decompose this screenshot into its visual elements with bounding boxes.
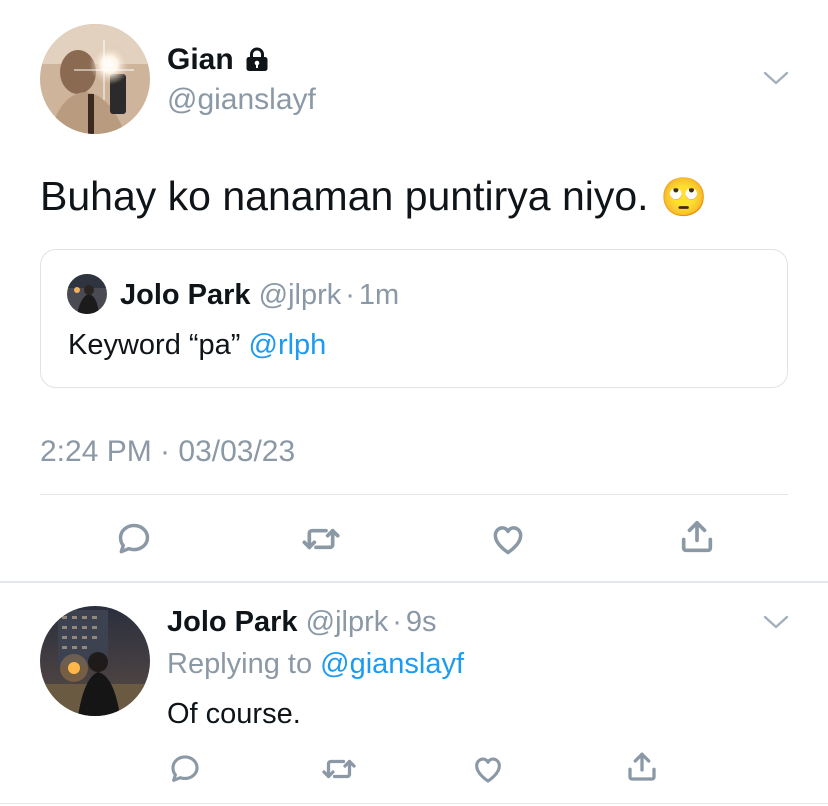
replying-to: Replying to @gianslayf: [167, 646, 464, 682]
author-handle[interactable]: @gianslayf: [167, 82, 316, 118]
author-name[interactable]: Gian: [167, 42, 234, 78]
reply-reply-icon[interactable]: [166, 750, 204, 788]
reply-time[interactable]: 9s: [406, 606, 437, 638]
tweet-separator: [0, 581, 828, 583]
share-icon[interactable]: [676, 516, 718, 558]
quoted-tweet-card[interactable]: Jolo Park @jlprk · 1m Keyword “pa” @rlph: [40, 249, 788, 388]
quoted-author-handle[interactable]: @jlprk: [259, 279, 342, 311]
quoted-avatar-jolo[interactable]: [67, 274, 107, 314]
reply-more-options-chevron-down-icon[interactable]: [760, 610, 792, 634]
replying-to-label: Replying to: [167, 648, 321, 680]
retweet-icon[interactable]: [300, 518, 342, 560]
reply-author-handle[interactable]: @jlprk: [306, 606, 389, 638]
lock-icon: [243, 45, 271, 78]
more-options-chevron-down-icon[interactable]: [760, 66, 792, 90]
reply-text: Of course.: [167, 698, 301, 730]
bottom-divider: [0, 803, 828, 804]
quoted-header: Jolo Park @jlprk · 1m: [120, 278, 399, 312]
avatar-gian[interactable]: [40, 24, 150, 134]
quoted-time[interactable]: 1m: [359, 279, 399, 311]
reply-share-icon[interactable]: [623, 748, 661, 786]
reply-header: Jolo Park @jlprk · 9s: [167, 604, 437, 640]
tweet-timestamp[interactable]: 2:24 PM · 03/03/23: [40, 434, 295, 470]
quoted-author-name[interactable]: Jolo Park: [120, 279, 251, 311]
quoted-separator: ·: [345, 279, 355, 311]
tweet-text: Buhay ko nanaman puntirya niyo. 🙄: [40, 172, 707, 221]
reply-like-icon[interactable]: [469, 750, 507, 788]
reply-separator: ·: [392, 606, 402, 638]
divider: [40, 494, 788, 495]
like-icon[interactable]: [487, 518, 529, 560]
quoted-text-body: Keyword “pa”: [68, 329, 249, 361]
tweet-text-body: Buhay ko nanaman puntirya niyo.: [40, 173, 649, 219]
replying-to-link[interactable]: @gianslayf: [320, 648, 464, 680]
reply-icon[interactable]: [113, 518, 155, 560]
reply-retweet-icon[interactable]: [320, 750, 358, 788]
reply-author-name[interactable]: Jolo Park: [167, 606, 298, 638]
quoted-text: Keyword “pa” @rlph: [68, 328, 326, 362]
avatar-jolo[interactable]: [40, 606, 150, 716]
eye-roll-emoji-icon: 🙄: [659, 175, 708, 219]
quoted-mention-link[interactable]: @rlph: [249, 329, 327, 361]
